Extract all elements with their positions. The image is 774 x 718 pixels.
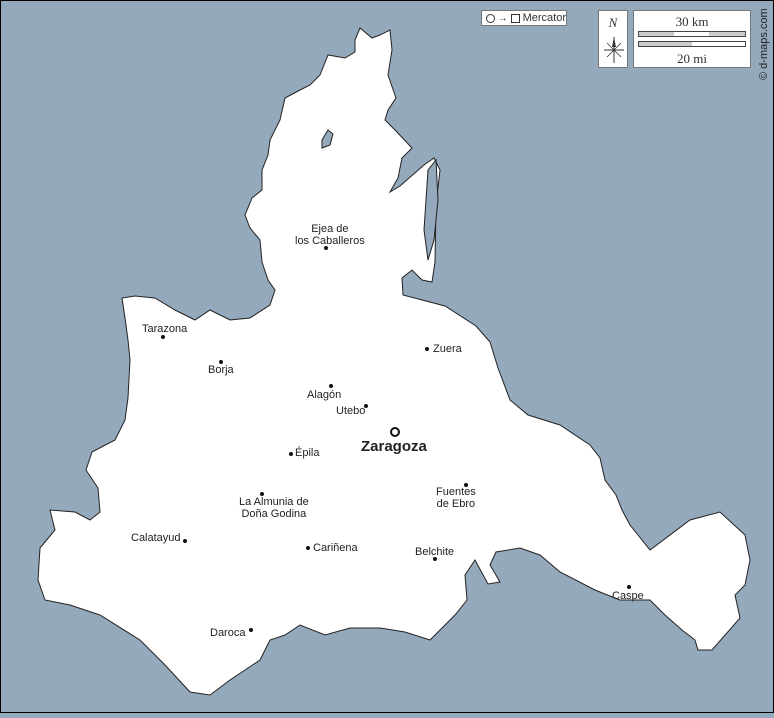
city-label-daroca: Daroca: [210, 627, 246, 639]
credit-text: © d-maps.com: [758, 8, 770, 80]
city-dot-caspe: [627, 585, 631, 589]
city-dot-ejea: [324, 246, 328, 250]
city-label-calatayud: Calatayud: [131, 532, 181, 544]
city-label-zuera: Zuera: [433, 343, 462, 355]
capital-label: Zaragoza: [361, 438, 427, 455]
province-map: [37, 27, 751, 696]
scale-km-label: 30 km: [675, 14, 709, 29]
city-label-alagon: Alagón: [307, 389, 342, 401]
scale-km-bar: [638, 31, 746, 37]
city-label-fuentes: Fuentes de Ebro: [436, 486, 476, 510]
scale-mi-bar: [638, 41, 746, 47]
city-label-epila: Épila: [295, 447, 320, 459]
globe-icon: [486, 13, 495, 23]
city-label-borja: Borja: [208, 364, 234, 376]
compass-rose-icon: [604, 37, 624, 63]
city-dot-belchite: [433, 557, 437, 561]
square-map-icon: [510, 13, 520, 23]
scale-mi-label: 20 mi: [677, 51, 707, 66]
city-label-ejea: Ejea de los Caballeros: [295, 223, 365, 247]
city-label-almunia: La Almunia de Doña Godina: [239, 496, 309, 520]
projection-label: Mercator: [522, 12, 566, 24]
city-label-caspe: Caspe: [612, 590, 644, 602]
city-dot-zuera: [425, 347, 429, 351]
city-label-tarazona: Tarazona: [142, 323, 188, 335]
arrow-icon: →: [497, 12, 508, 24]
capital-marker: [390, 427, 400, 437]
projection-box: → Mercator: [481, 10, 567, 26]
scale-box: 30 km 20 mi: [633, 10, 751, 68]
city-dot-calatayud: [183, 539, 187, 543]
north-label: N: [608, 15, 618, 30]
city-dot-daroca: [249, 628, 253, 632]
city-dot-tarazona: [161, 335, 165, 339]
map-canvas: [0, 0, 774, 713]
city-label-carinena: Cariñena: [313, 542, 358, 554]
city-dot-epila: [289, 452, 293, 456]
city-dot-alagon: [329, 384, 333, 388]
city-dot-carinena: [306, 546, 310, 550]
city-label-utebo: Utebo: [336, 405, 366, 417]
compass-box: N: [598, 10, 628, 68]
